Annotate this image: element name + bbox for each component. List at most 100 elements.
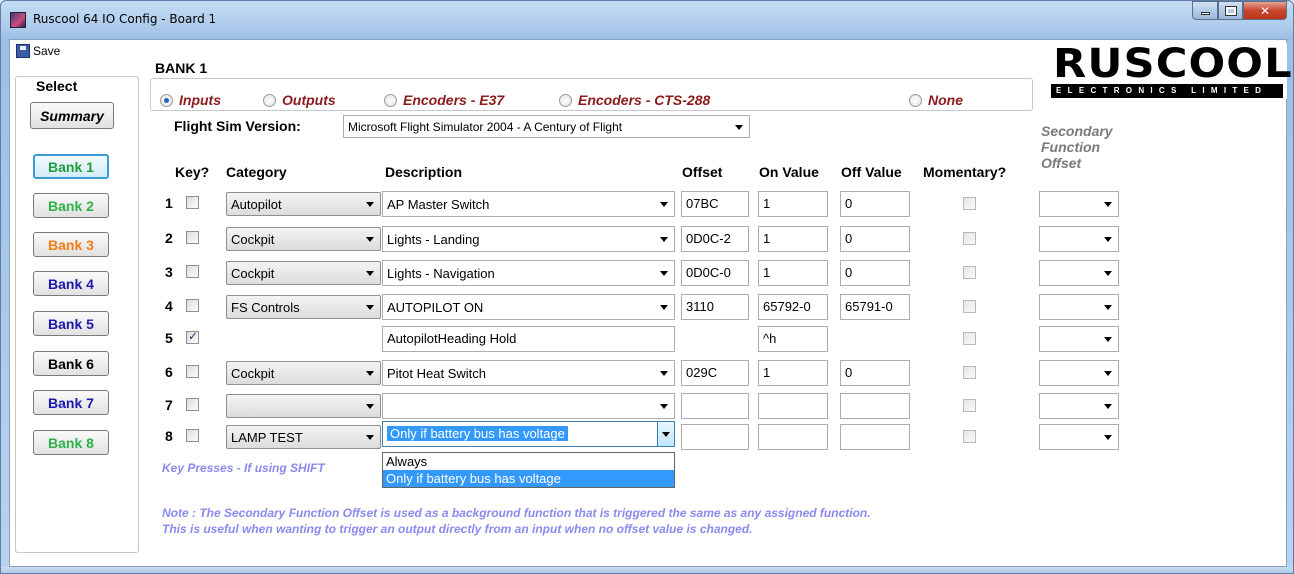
momentary-checkbox[interactable] [963, 332, 976, 345]
bank-button-8[interactable]: Bank 8 [33, 430, 109, 455]
mode-radio-4[interactable]: Encoders - CTS-288 [559, 92, 710, 108]
bank-button-3[interactable]: Bank 3 [33, 232, 109, 257]
offset-input[interactable]: 07BC [681, 191, 749, 217]
secondary-offset-select[interactable] [1039, 360, 1119, 386]
secondary-offset-select[interactable] [1039, 294, 1119, 320]
bank-button-7[interactable]: Bank 7 [33, 390, 109, 415]
category-value: Cockpit [231, 231, 275, 247]
close-button[interactable]: ✕ [1243, 1, 1287, 20]
off-value-input[interactable] [840, 393, 910, 419]
key-checkbox[interactable] [186, 365, 199, 378]
col-header-momentary: Momentary? [923, 164, 1007, 180]
bank-button-6[interactable]: Bank 6 [33, 351, 109, 376]
chevron-down-icon [660, 371, 668, 376]
bank-button-4[interactable]: Bank 4 [33, 271, 109, 296]
mode-radio-3[interactable]: Encoders - E37 [384, 92, 504, 108]
off-value-input[interactable]: 0 [840, 191, 910, 217]
radio-button-icon[interactable] [384, 93, 397, 107]
on-value-input[interactable]: 65792-0 [758, 294, 828, 320]
momentary-checkbox[interactable] [963, 232, 976, 245]
description-select[interactable]: AUTOPILOT ON [382, 294, 675, 320]
secondary-offset-select[interactable] [1039, 191, 1119, 217]
offset-input[interactable] [681, 393, 749, 419]
radio-button-icon[interactable] [160, 93, 173, 107]
secondary-offset-select[interactable] [1039, 226, 1119, 252]
description-input[interactable]: AutopilotHeading Hold [382, 326, 675, 352]
category-select[interactable]: Cockpit [226, 227, 381, 251]
description-select[interactable]: Lights - Landing [382, 226, 675, 252]
secondary-offset-select[interactable] [1039, 260, 1119, 286]
category-select[interactable]: Autopilot [226, 192, 381, 216]
key-checkbox[interactable] [186, 231, 199, 244]
momentary-checkbox[interactable] [963, 399, 976, 412]
category-select[interactable]: FS Controls [226, 295, 381, 319]
description-select[interactable]: Lights - Navigation [382, 260, 675, 286]
description-value: Lights - Landing [387, 231, 480, 247]
secondary-offset-select[interactable] [1039, 393, 1119, 419]
on-value-input[interactable] [758, 393, 828, 419]
key-checkbox[interactable] [186, 429, 199, 442]
secondary-offset-select[interactable] [1039, 424, 1119, 450]
maximize-button[interactable] [1218, 1, 1243, 20]
off-value-input[interactable]: 65791-0 [840, 294, 910, 320]
off-value-input[interactable]: 0 [840, 260, 910, 286]
on-value-input[interactable]: 1 [758, 260, 828, 286]
key-checkbox[interactable] [186, 299, 199, 312]
row-8-description-value: Only if battery bus has voltage [387, 426, 568, 441]
off-value-input[interactable] [840, 424, 910, 450]
description-select[interactable]: Pitot Heat Switch [382, 360, 675, 386]
row-number: 6 [165, 364, 173, 380]
offset-input[interactable] [681, 424, 749, 450]
chevron-down-icon [660, 271, 668, 276]
bank-button-5[interactable]: Bank 5 [33, 311, 109, 336]
chevron-down-icon [1104, 404, 1112, 409]
bank-button-1[interactable]: Bank 1 [33, 154, 109, 179]
secondary-offset-select[interactable] [1039, 326, 1119, 352]
dropdown-option-always[interactable]: Always [383, 453, 674, 470]
off-value-input[interactable]: 0 [840, 226, 910, 252]
mode-radio-1[interactable]: Inputs [160, 92, 221, 108]
offset-input[interactable]: 0D0C-2 [681, 226, 749, 252]
on-value-input[interactable]: 1 [758, 360, 828, 386]
on-value-input[interactable]: ^h [758, 326, 828, 352]
key-checkbox[interactable] [186, 265, 199, 278]
category-select[interactable]: Cockpit [226, 361, 381, 385]
row-8-description-select-open[interactable]: Only if battery bus has voltage [382, 421, 675, 447]
off-value-input[interactable]: 0 [840, 360, 910, 386]
momentary-checkbox[interactable] [963, 430, 976, 443]
save-button[interactable]: Save [16, 44, 60, 58]
offset-input[interactable]: 029C [681, 360, 749, 386]
mode-radio-5[interactable]: None [909, 92, 963, 108]
offset-input[interactable]: 3110 [681, 294, 749, 320]
momentary-checkbox[interactable] [963, 266, 976, 279]
on-value-input[interactable] [758, 424, 828, 450]
key-checkbox[interactable] [186, 196, 199, 209]
category-select[interactable]: LAMP TEST [226, 425, 381, 449]
chevron-down-icon [1104, 237, 1112, 242]
offset-input[interactable]: 0D0C-0 [681, 260, 749, 286]
key-checkbox[interactable] [186, 398, 199, 411]
on-value-input[interactable]: 1 [758, 191, 828, 217]
category-select[interactable]: Cockpit [226, 261, 381, 285]
mode-radio-2[interactable]: Outputs [263, 92, 336, 108]
momentary-checkbox[interactable] [963, 366, 976, 379]
chevron-down-icon [1104, 371, 1112, 376]
minimize-button[interactable] [1192, 1, 1218, 20]
summary-button[interactable]: Summary [30, 102, 114, 129]
radio-button-icon[interactable] [909, 93, 922, 107]
bank-button-2[interactable]: Bank 2 [33, 193, 109, 218]
on-value-input[interactable]: 1 [758, 226, 828, 252]
momentary-checkbox[interactable] [963, 197, 976, 210]
title-bar[interactable]: Ruscool 64 IO Config - Board 1 ✕ [1, 1, 1293, 37]
category-select[interactable] [226, 394, 381, 418]
description-select[interactable] [382, 393, 675, 419]
dropdown-arrow-button[interactable] [657, 422, 674, 446]
momentary-checkbox[interactable] [963, 300, 976, 313]
secondary-header-line2: Function [1041, 139, 1101, 155]
description-select[interactable]: AP Master Switch [382, 191, 675, 217]
flight-sim-select[interactable]: Microsoft Flight Simulator 2004 - A Cent… [343, 115, 750, 138]
radio-button-icon[interactable] [559, 93, 572, 107]
radio-button-icon[interactable] [263, 93, 276, 107]
key-checkbox[interactable] [186, 329, 199, 344]
dropdown-option-battery[interactable]: Only if battery bus has voltage [383, 470, 674, 487]
